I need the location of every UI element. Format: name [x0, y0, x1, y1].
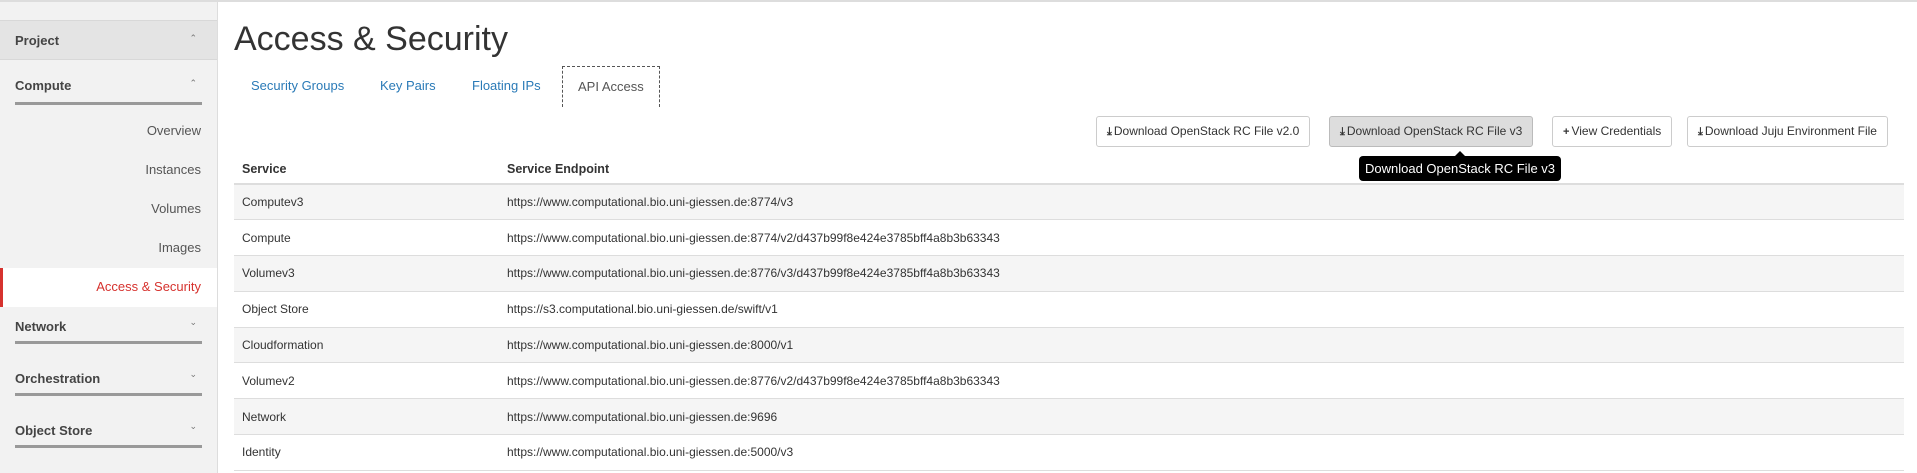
service-name-cell: Network	[234, 398, 499, 436]
plus-icon: +	[1563, 126, 1570, 138]
view-credentials-button[interactable]: + View Credentials	[1552, 116, 1673, 147]
service-name-cell: Computev3	[234, 184, 499, 221]
download-rc-v2-button[interactable]: ⤓ Download OpenStack RC File v2.0	[1096, 116, 1311, 147]
tab-key-pairs[interactable]: Key Pairs	[380, 66, 436, 106]
service-endpoint-cell: https://www.computational.bio.uni-giesse…	[499, 219, 1904, 257]
table-row: Computev3 https://www.computational.bio.u…	[234, 184, 1904, 221]
top-border	[0, 0, 1917, 2]
sidebar-item-label: Overview	[146, 123, 201, 138]
chevron-down-icon: ⌄	[189, 369, 197, 379]
sidebar-compute-header[interactable]: Compute ⌃	[0, 60, 217, 112]
sidebar-item-instances[interactable]: Instances	[0, 151, 217, 190]
service-endpoint-cell: https://www.computational.bio.uni-giesse…	[499, 362, 1904, 400]
table-row: Identity https://www.computational.bio.un…	[234, 434, 1904, 471]
chevron-down-icon: ⌄	[189, 317, 197, 327]
sidebar-item-label: Instances	[145, 162, 201, 177]
sidebar-compute-label: Compute	[15, 78, 72, 93]
table-row: Network https://www.computational.bio.uni…	[234, 398, 1904, 436]
sidebar-orchestration-label: Orchestration	[15, 371, 101, 386]
tooltip: Download OpenStack RC File v3	[1359, 151, 1562, 181]
service-endpoint-cell: https://s3.computational.bio.uni-giessen…	[499, 291, 1904, 328]
sidebar-object-store-header[interactable]: Object Store ⌄	[0, 411, 217, 463]
tab-api-access[interactable]: API Access	[562, 66, 660, 107]
sidebar-object-store-label: Object Store	[15, 423, 93, 438]
sidebar-item-images[interactable]: Images	[0, 229, 217, 268]
service-name-cell: Object Store	[234, 291, 499, 328]
button-label: Download OpenStack RC File v2.0	[1113, 124, 1300, 138]
tab-floating-ips[interactable]: Floating IPs	[472, 66, 541, 106]
service-name-cell: Volumev2	[234, 362, 499, 400]
download-icon: ⤓	[1698, 126, 1703, 138]
table-row: Volumev3 https://www.computational.bio.un…	[234, 255, 1904, 292]
column-header-service[interactable]: Service	[234, 154, 499, 185]
sidebar-divider	[15, 341, 202, 344]
sidebar-project-label: Project	[15, 33, 60, 48]
sidebar-item-label: Images	[158, 240, 201, 255]
table-row: Cloudformation https://www.computational.…	[234, 327, 1904, 364]
table-row: Compute https://www.computational.bio.uni…	[234, 219, 1904, 257]
sidebar-divider	[15, 393, 202, 396]
button-label: Download Juju Environment File	[1704, 124, 1877, 138]
sidebar-network-header[interactable]: Network ⌄	[0, 307, 217, 359]
sidebar-item-access-security[interactable]: Access & Security	[0, 268, 217, 307]
sidebar-divider	[15, 445, 202, 448]
sidebar-item-volumes[interactable]: Volumes	[0, 190, 217, 229]
button-label: View Credentials	[1571, 124, 1662, 138]
sidebar-network-label: Network	[15, 319, 67, 334]
table-row: Object Store https://s3.computational.bio…	[234, 291, 1904, 328]
sidebar-item-overview[interactable]: Overview	[0, 112, 217, 151]
service-endpoint-cell: https://www.computational.bio.uni-giesse…	[499, 184, 1904, 221]
sidebar-orchestration-header[interactable]: Orchestration ⌄	[0, 359, 217, 411]
service-endpoint-cell: https://www.computational.bio.uni-giesse…	[499, 434, 1904, 471]
download-icon: ⤓	[1340, 126, 1345, 138]
button-label: Download OpenStack RC File v3	[1346, 124, 1523, 138]
chevron-down-icon: ⌄	[189, 421, 197, 431]
service-name-cell: Identity	[234, 434, 499, 471]
sidebar-item-label: Volumes	[151, 201, 201, 216]
sidebar-item-label: Access & Security	[96, 279, 201, 294]
chevron-up-icon: ⌃	[189, 33, 197, 43]
service-name-cell: Volumev3	[234, 255, 499, 292]
sidebar: Project ⌃ Compute ⌃ Overview Instances V…	[0, 2, 218, 473]
chevron-up-icon: ⌃	[189, 78, 197, 88]
sidebar-project-header[interactable]: Project ⌃	[0, 20, 217, 60]
service-endpoint-cell: https://www.computational.bio.uni-giesse…	[499, 327, 1904, 364]
tab-security-groups[interactable]: Security Groups	[251, 66, 344, 106]
button-toolbar: ⤓ Download OpenStack RC File v2.0 ⤓ Downlo…	[234, 116, 1904, 148]
service-endpoint-cell: https://www.computational.bio.uni-giesse…	[499, 255, 1904, 292]
tab-bar: Security Groups Key Pairs Floating IPs A…	[234, 66, 1904, 108]
sidebar-divider	[15, 102, 202, 105]
download-juju-button[interactable]: ⤓ Download Juju Environment File	[1687, 116, 1888, 147]
column-header-endpoint[interactable]: Service Endpoint	[499, 154, 1904, 185]
service-name-cell: Cloudformation	[234, 327, 499, 364]
service-name-cell: Compute	[234, 219, 499, 257]
download-icon: ⤓	[1107, 126, 1112, 138]
table-header-row: Service Service Endpoint	[234, 154, 1904, 185]
service-endpoint-cell: https://www.computational.bio.uni-giesse…	[499, 398, 1904, 436]
page-title: Access & Security	[234, 20, 508, 58]
download-rc-v3-button[interactable]: ⤓ Download OpenStack RC File v3	[1329, 116, 1534, 147]
table-row: Volumev2 https://www.computational.bio.un…	[234, 362, 1904, 400]
api-endpoints-table: Service Service Endpoint Computev3 https:…	[234, 154, 1904, 471]
